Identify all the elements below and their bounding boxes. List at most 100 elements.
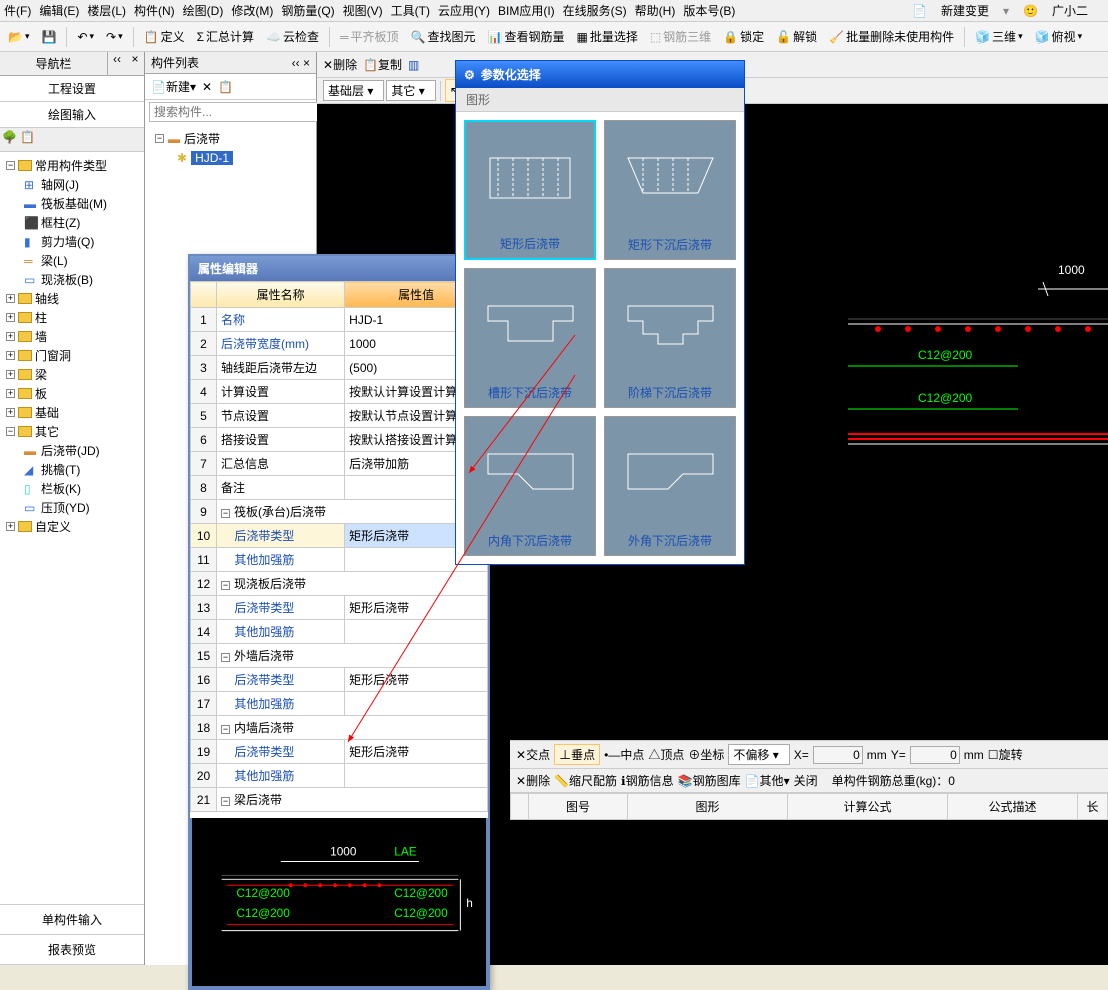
snap-apex[interactable]: △顶点 [648, 746, 684, 763]
property-row[interactable]: 5节点设置按默认节点设置计算 [191, 404, 488, 428]
tab-report-preview[interactable]: 报表预览 [0, 935, 144, 965]
define-button[interactable]: 📋定义 [140, 26, 189, 47]
tree-axis[interactable]: +轴线 [2, 289, 142, 308]
rebar-qty-button[interactable]: 📊查看钢筋量 [484, 26, 569, 47]
bp-scale[interactable]: 📏缩尺配筋 [554, 772, 617, 789]
property-row[interactable]: 1名称HJD-1 [191, 308, 488, 332]
bp-info[interactable]: ℹ钢筋信息 [621, 772, 674, 789]
level-button[interactable]: ═平齐板顶 [336, 26, 403, 47]
rotate-check[interactable]: ☐旋转 [988, 746, 1023, 763]
tab-single-input[interactable]: 单构件输入 [0, 905, 144, 935]
tree-other[interactable]: −其它 [2, 422, 142, 441]
property-row[interactable]: 20 其他加强筋 [191, 764, 488, 788]
offset-select[interactable]: 不偏移 ▾ [728, 744, 789, 765]
menu-draw[interactable]: 绘图(D) [183, 2, 224, 19]
bp-other[interactable]: 📄其他▾ [745, 772, 790, 789]
bp-lib[interactable]: 📚钢筋图库 [678, 772, 741, 789]
open-button[interactable]: 📂▾ [4, 28, 33, 46]
tree-parapet[interactable]: ▯栏板(K) [2, 479, 142, 498]
comp-hjd1[interactable]: ✱HJD-1 [149, 149, 312, 167]
bp-close[interactable]: 关闭 [794, 772, 818, 789]
thumbnail-option[interactable]: 内角下沉后浇带 [464, 416, 596, 556]
property-row[interactable]: 19 后浇带类型矩形后浇带 [191, 740, 488, 764]
y-input[interactable] [910, 746, 960, 764]
tree-slab-cat[interactable]: +板 [2, 384, 142, 403]
new-change-button[interactable]: 新建变更 [941, 2, 989, 19]
tree-col-cat[interactable]: +柱 [2, 308, 142, 327]
view-3d-button[interactable]: 🧊三维▾ [971, 26, 1027, 47]
property-row[interactable]: 16 后浇带类型矩形后浇带 [191, 668, 488, 692]
property-row[interactable]: 4计算设置按默认计算设置计算 [191, 380, 488, 404]
bp-delete[interactable]: ✕删除 [516, 772, 550, 789]
tree-beam-cat[interactable]: +梁 [2, 365, 142, 384]
list-mode-icon[interactable]: 📋 [20, 130, 35, 144]
menu-rebar[interactable]: 钢筋量(Q) [281, 2, 334, 19]
property-row[interactable]: 11 其他加强筋 [191, 548, 488, 572]
redo-button[interactable]: ↷▾ [102, 28, 127, 46]
menu-cloud[interactable]: 云应用(Y) [438, 2, 490, 19]
thumbnail-option[interactable]: 槽形下沉后浇带 [464, 268, 596, 408]
menu-online[interactable]: 在线服务(S) [563, 2, 627, 19]
menu-view[interactable]: 视图(V) [343, 2, 383, 19]
batch-delete-button[interactable]: 🧹批量删除未使用构件 [825, 26, 958, 47]
x-input[interactable] [813, 746, 863, 764]
snap-inter[interactable]: ✕交点 [516, 746, 550, 763]
snap-mid[interactable]: •—中点 [604, 746, 644, 763]
property-row[interactable]: 14 其他加强筋 [191, 620, 488, 644]
thumbnail-option[interactable]: 矩形下沉后浇带 [604, 120, 736, 260]
new-component-button[interactable]: 📄新建▾ [151, 78, 196, 95]
find-button[interactable]: 🔍查找图元 [407, 26, 480, 47]
property-row[interactable]: 7汇总信息后浇带加筋 [191, 452, 488, 476]
tree-column[interactable]: ⬛框柱(Z) [2, 213, 142, 232]
floor-select[interactable]: 基础层 ▾ [323, 80, 384, 101]
comp-root[interactable]: −▬后浇带 [149, 128, 312, 149]
delete-component-button[interactable]: ✕ [202, 80, 212, 94]
rebar-3d-button[interactable]: ⬚钢筋三维 [646, 26, 715, 47]
tree-eave[interactable]: ◢挑檐(T) [2, 460, 142, 479]
save-button[interactable]: 💾 [37, 28, 60, 46]
property-row[interactable]: 17 其他加强筋 [191, 692, 488, 716]
undo-button[interactable]: ↶▾ [73, 28, 98, 46]
property-row[interactable]: 3轴线距后浇带左边(500) [191, 356, 488, 380]
tree-slab[interactable]: ▭现浇板(B) [2, 270, 142, 289]
type-select[interactable]: 其它 ▾ [386, 80, 435, 101]
menu-floor[interactable]: 楼层(L) [87, 2, 126, 19]
tree-beam[interactable]: ═梁(L) [2, 251, 142, 270]
tree-raft[interactable]: ▬筏板基础(M) [2, 194, 142, 213]
tab-draw-input[interactable]: 绘图输入 [0, 102, 144, 128]
canvas-more-button[interactable]: ▥ [408, 58, 419, 72]
property-row[interactable]: 10 后浇带类型矩形后浇带 ⋯ [191, 524, 488, 548]
search-input[interactable] [149, 102, 320, 122]
tree-found-cat[interactable]: +基础 [2, 403, 142, 422]
top-view-button[interactable]: 🧊俯视▾ [1031, 26, 1087, 47]
tree-axis-net[interactable]: ⊞轴网(J) [2, 175, 142, 194]
tree-mode-icon[interactable]: 🌳 [2, 130, 17, 144]
menu-modify[interactable]: 修改(M) [231, 2, 273, 19]
tree-pourstrip[interactable]: ▬后浇带(JD) [2, 441, 142, 460]
property-row[interactable]: 8备注 [191, 476, 488, 500]
property-row[interactable]: 6搭接设置按默认搭接设置计算 [191, 428, 488, 452]
lock-button[interactable]: 🔒锁定 [719, 26, 768, 47]
menu-bim[interactable]: BIM应用(I) [498, 2, 555, 19]
canvas-delete-button[interactable]: ✕删除 [323, 56, 357, 73]
tab-project[interactable]: 工程设置 [0, 76, 144, 102]
tree-common[interactable]: −常用构件类型 [2, 156, 142, 175]
graphics-tab[interactable]: 图形 [456, 88, 744, 112]
tree-custom[interactable]: +自定义 [2, 517, 142, 532]
property-row[interactable]: 13 后浇带类型矩形后浇带 [191, 596, 488, 620]
unlock-button[interactable]: 🔓解锁 [772, 26, 821, 47]
property-row[interactable]: 9−筏板(承台)后浇带 [191, 500, 488, 524]
thumbnail-option[interactable]: 矩形后浇带 [464, 120, 596, 260]
thumbnail-option[interactable]: 外角下沉后浇带 [604, 416, 736, 556]
batch-select-button[interactable]: ▦批量选择 [572, 26, 641, 47]
tree-coping[interactable]: ▭压顶(YD) [2, 498, 142, 517]
tree-shearwall[interactable]: ▮剪力墙(Q) [2, 232, 142, 251]
copy-component-button[interactable]: 📋 [218, 80, 233, 94]
property-row[interactable]: 2后浇带宽度(mm)1000 [191, 332, 488, 356]
property-row[interactable]: 12−现浇板后浇带 [191, 572, 488, 596]
sum-button[interactable]: Σ 汇总计算 [193, 26, 258, 47]
menu-tools[interactable]: 工具(T) [391, 2, 430, 19]
tree-wall-cat[interactable]: +墙 [2, 327, 142, 346]
snap-perp[interactable]: ⊥垂点 [554, 744, 600, 765]
cloud-check-button[interactable]: ☁️云检查 [262, 26, 323, 47]
